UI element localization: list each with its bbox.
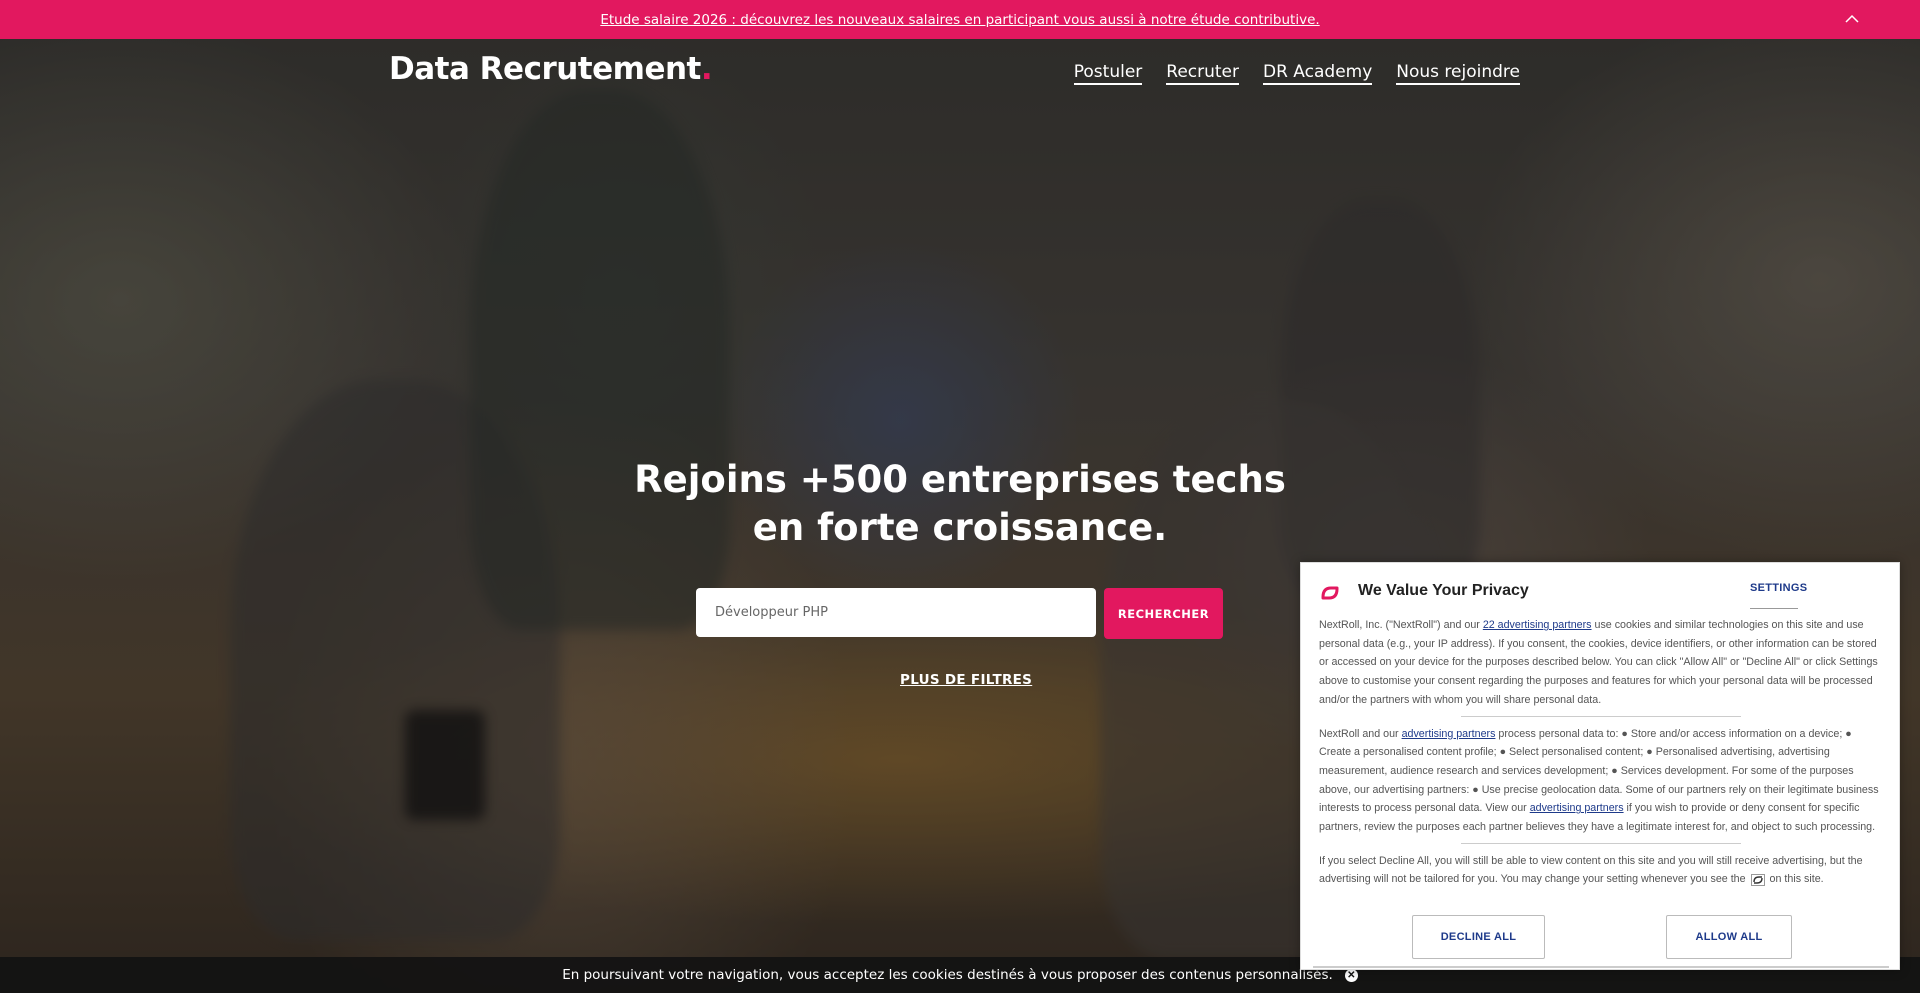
privacy-paragraph-2: NextRoll and our advertising partners pr… [1319,725,1883,837]
logo-dot: . [700,51,713,87]
privacy-title: We Value Your Privacy [1358,582,1529,599]
nav-dr-academy[interactable]: DR Academy [1263,62,1373,85]
main-nav: Postuler Recruter DR Academy Nous rejoin… [1073,62,1520,85]
more-filters-link[interactable]: PLUS DE FILTRES [900,672,1032,688]
banner-link[interactable]: Etude salaire 2026 : découvrez les nouve… [600,12,1319,28]
privacy-text: NextRoll and our [1319,727,1402,740]
nav-nous-rejoindre[interactable]: Nous rejoindre [1396,62,1520,85]
decline-all-button[interactable]: DECLINE ALL [1412,915,1545,959]
divider [1461,842,1741,844]
privacy-body: NextRoll, Inc. ("NextRoll") and our 22 a… [1319,616,1883,889]
advertising-partners-link[interactable]: advertising partners [1530,802,1624,814]
privacy-paragraph-1: NextRoll, Inc. ("NextRoll") and our 22 a… [1319,616,1883,710]
allow-all-button[interactable]: ALLOW ALL [1666,915,1792,959]
advertising-partners-link[interactable]: 22 advertising partners [1483,619,1592,631]
settings-button[interactable]: SETTINGS [1750,582,1807,594]
announcement-banner: Etude salaire 2026 : découvrez les nouve… [0,0,1920,39]
privacy-text: use cookies and similar technologies on … [1319,619,1878,706]
nextroll-inline-icon[interactable] [1750,873,1765,886]
privacy-text: NextRoll, Inc. ("NextRoll") and our [1319,619,1483,631]
logo-text: Data Recrutement [389,51,701,87]
search-button[interactable]: RECHERCHER [1104,588,1223,639]
hero-title: Rejoins +500 entreprises techs en forte … [560,456,1360,552]
privacy-paragraph-3: If you select Decline All, you will stil… [1319,852,1883,889]
dialog-bottom-divider [1313,966,1889,968]
settings-underline [1750,608,1798,609]
nav-recruter[interactable]: Recruter [1166,62,1239,85]
divider [1461,715,1741,717]
close-icon[interactable]: ✕ [1344,968,1358,982]
chevron-up-icon[interactable] [1844,11,1860,27]
privacy-consent-dialog: We Value Your Privacy SETTINGS NextRoll,… [1300,562,1900,970]
cookie-notice-text: En poursuivant votre navigation, vous ac… [562,967,1333,983]
advertising-partners-link[interactable]: advertising partners [1402,728,1496,740]
privacy-text: on this site. [1769,873,1824,886]
job-search-input[interactable] [696,588,1096,637]
nextroll-logo-icon [1321,586,1339,600]
site-logo[interactable]: Data Recrutement. [389,51,713,87]
hero-title-line2: en forte croissance. [752,506,1168,549]
hero-title-line1: Rejoins +500 entreprises techs [634,458,1286,501]
nav-postuler[interactable]: Postuler [1073,62,1143,85]
